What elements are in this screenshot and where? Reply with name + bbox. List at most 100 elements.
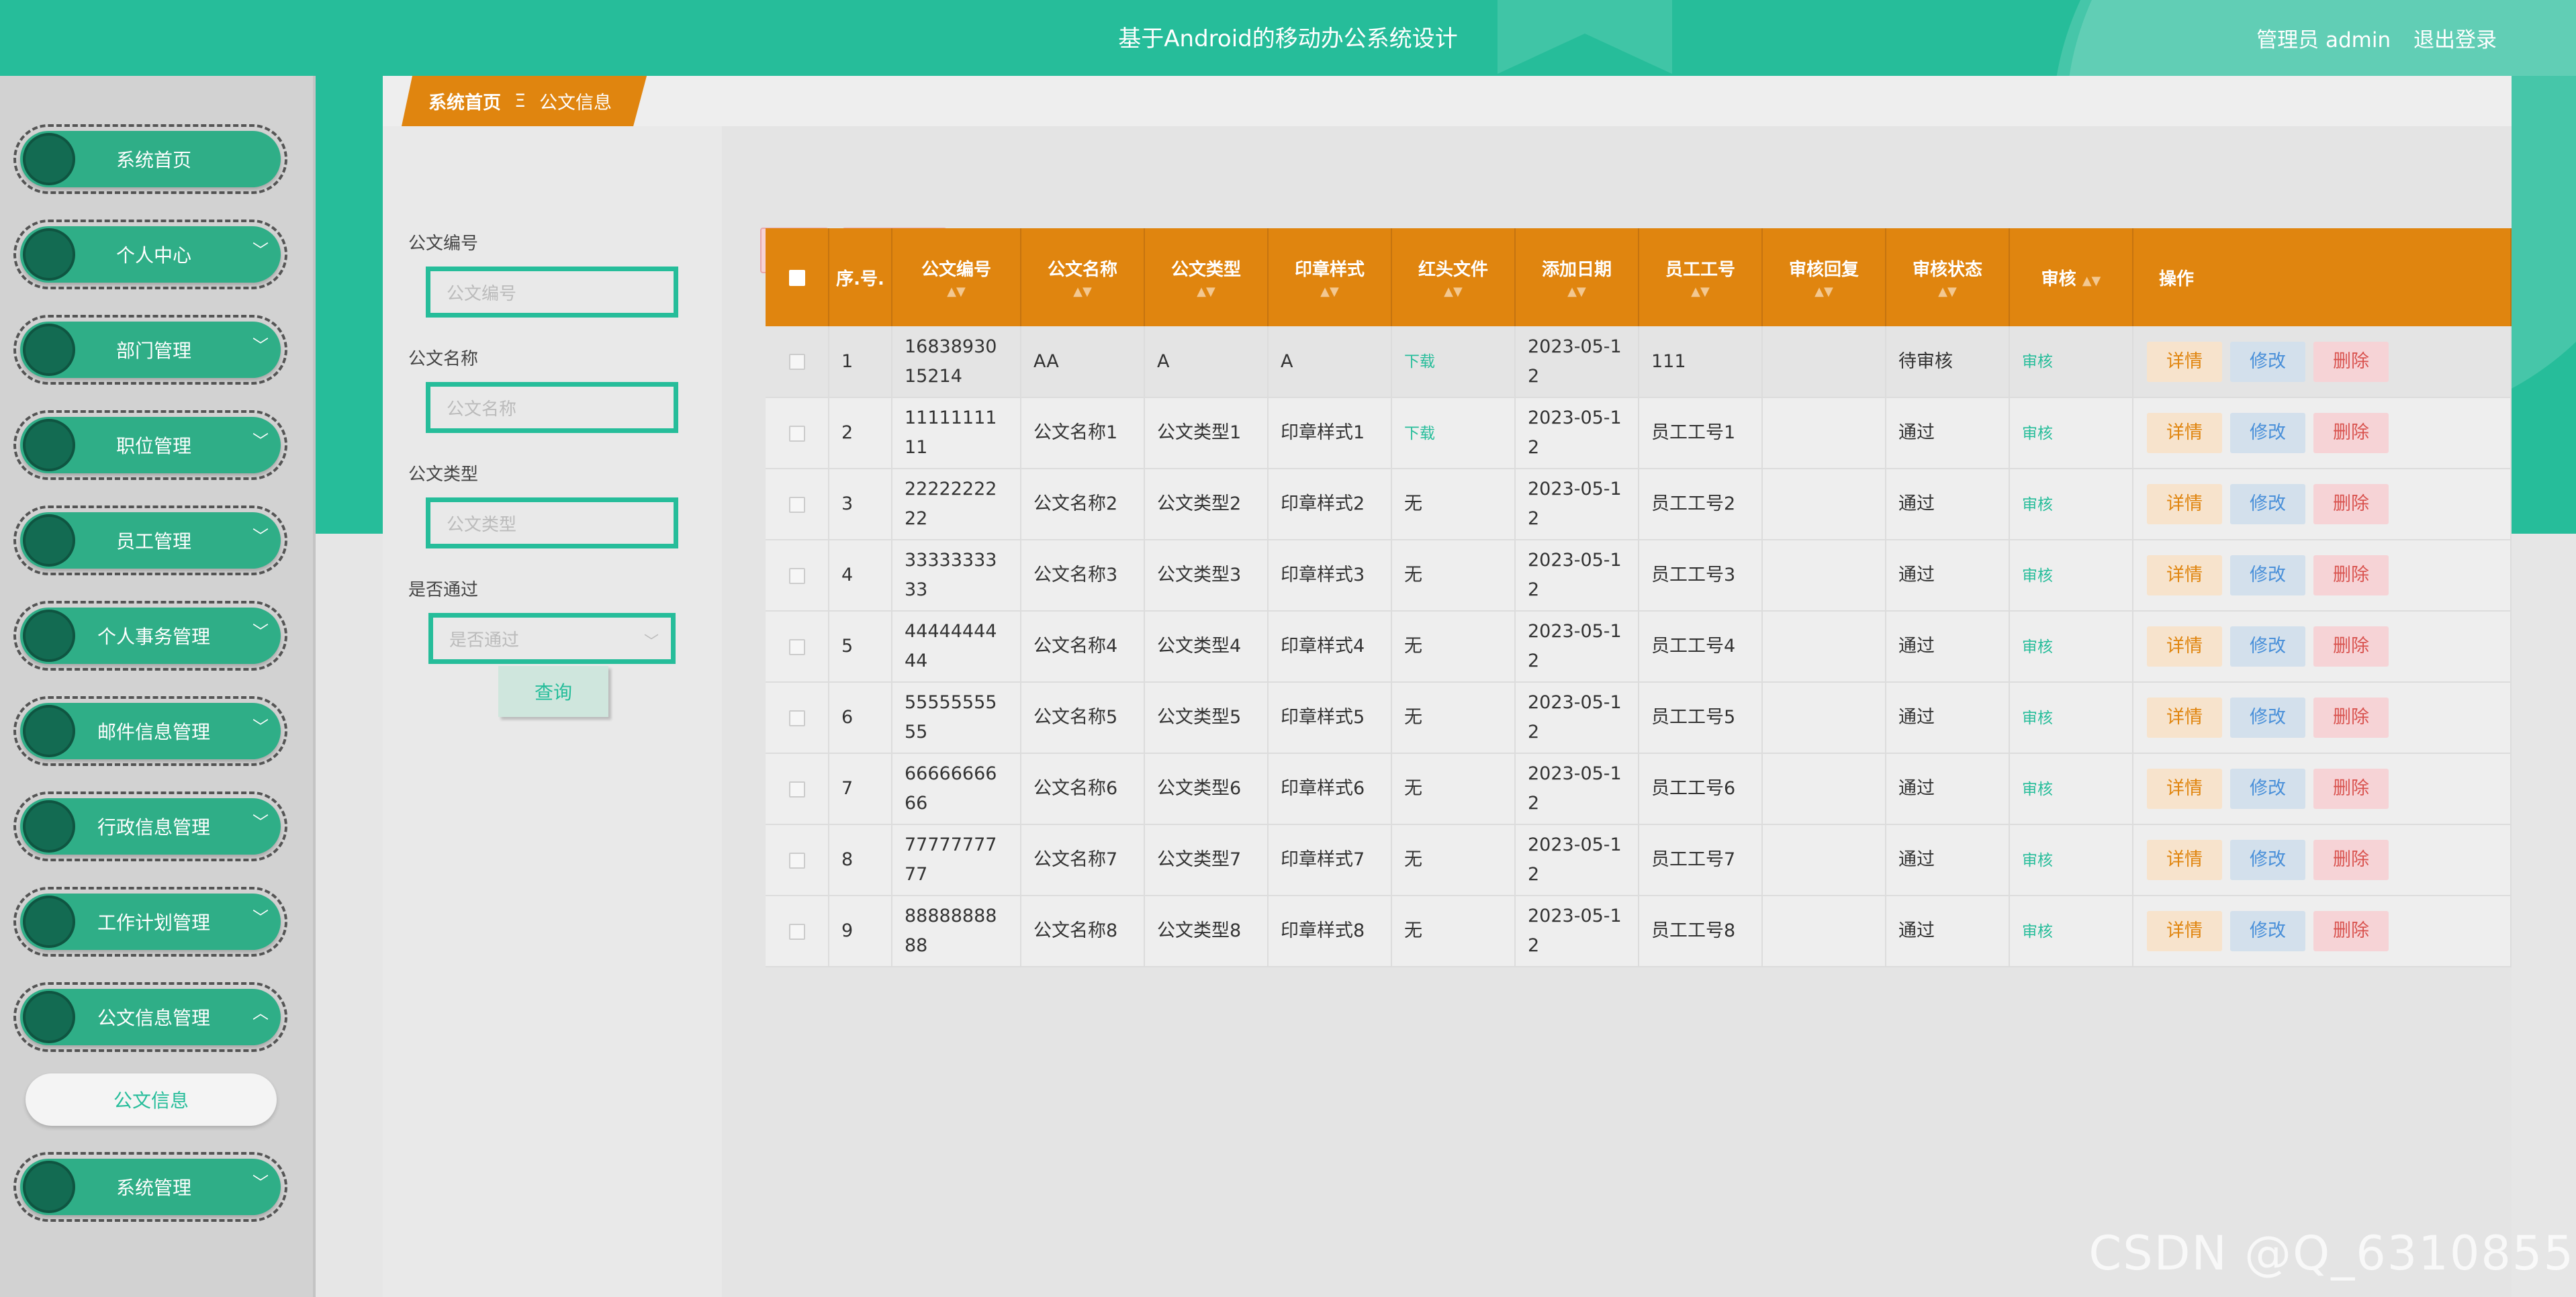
query-button[interactable]: 查询 [498,666,608,717]
download-link[interactable]: 下载 [1404,425,1435,442]
sidebar-item-administration[interactable]: 行政信息管理 ﹀ [13,791,287,861]
type-input[interactable]: 公文类型 [426,497,678,548]
audit-link[interactable]: 审核 [2022,567,2053,585]
col-header-actions: 操作 [2133,228,2512,326]
row-checkbox[interactable] [766,326,829,397]
sidebar-item-department[interactable]: 部门管理 ﹀ [13,315,287,385]
sidebar-item-personal-affairs[interactable]: 个人事务管理 ﹀ [13,601,287,671]
row-checkbox[interactable] [766,469,829,540]
cell-redhead[interactable]: 下载 [1391,326,1516,397]
col-header-name[interactable]: 公文名称 ▲▼ [1021,228,1145,326]
cell-audit[interactable]: 审核 [2009,469,2133,540]
chevron-down-icon: ﹀ [252,718,269,736]
row-checkbox[interactable] [766,753,829,824]
cell-audit[interactable]: 审核 [2009,824,2133,896]
cell-audit[interactable]: 审核 [2009,397,2133,469]
cell-no: 2 [829,397,892,469]
row-checkbox[interactable] [766,682,829,753]
row-delete-button[interactable]: 删除 [2313,911,2389,951]
cell-audit[interactable]: 审核 [2009,326,2133,397]
detail-button[interactable]: 详情 [2147,840,2222,880]
detail-button[interactable]: 详情 [2147,555,2222,595]
cell-redhead: 无 [1391,611,1516,682]
detail-button[interactable]: 详情 [2147,626,2222,667]
main-card: 系统首页 Ξ 公文信息 公文编号 公文编号 公文名称 公文名称 公文类型 公文类… [383,76,2512,1297]
code-input[interactable]: 公文编号 [426,267,678,318]
row-delete-button[interactable]: 删除 [2313,341,2389,382]
cell-audit[interactable]: 审核 [2009,896,2133,967]
pass-select[interactable]: 是否通过 ﹀ [428,613,676,664]
sidebar-item-mail[interactable]: 邮件信息管理 ﹀ [13,696,287,766]
cell-audit[interactable]: 审核 [2009,611,2133,682]
edit-button[interactable]: 修改 [2230,413,2305,453]
col-header-code[interactable]: 公文编号 ▲▼ [892,228,1021,326]
row-delete-button[interactable]: 删除 [2313,484,2389,524]
row-checkbox[interactable] [766,397,829,469]
audit-link[interactable]: 审核 [2022,710,2053,727]
sidebar-item-document[interactable]: 公文信息管理 ︿ [13,982,287,1052]
table-row: 8 7777777777 公文名称7 公文类型7 印章样式7 无 2023-05… [766,824,2512,896]
edit-button[interactable]: 修改 [2230,555,2305,595]
detail-button[interactable]: 详情 [2147,413,2222,453]
row-delete-button[interactable]: 删除 [2313,769,2389,809]
row-checkbox[interactable] [766,540,829,611]
type-label: 公文类型 [408,465,479,485]
cell-audit[interactable]: 审核 [2009,753,2133,824]
audit-link[interactable]: 审核 [2022,353,2053,371]
row-delete-button[interactable]: 删除 [2313,626,2389,667]
sidebar-item-employee[interactable]: 员工管理 ﹀ [13,506,287,575]
row-checkbox[interactable] [766,611,829,682]
audit-link[interactable]: 审核 [2022,638,2053,656]
edit-button[interactable]: 修改 [2230,840,2305,880]
row-checkbox[interactable] [766,824,829,896]
cell-type: 公文类型5 [1144,682,1269,753]
audit-link[interactable]: 审核 [2022,425,2053,442]
chevron-down-icon: ﹀ [252,908,269,927]
cell-actions: 详情 修改 删除 [2133,326,2512,397]
edit-button[interactable]: 修改 [2230,698,2305,738]
sidebar-item-home[interactable]: 系统首页 [13,124,287,194]
edit-button[interactable]: 修改 [2230,626,2305,667]
sidebar-item-work-plan[interactable]: 工作计划管理 ﹀ [13,887,287,957]
row-delete-button[interactable]: 删除 [2313,698,2389,738]
name-input[interactable]: 公文名称 [426,382,678,433]
edit-button[interactable]: 修改 [2230,769,2305,809]
breadcrumb-home[interactable]: 系统首页 [428,88,501,114]
audit-link[interactable]: 审核 [2022,923,2053,941]
detail-button[interactable]: 详情 [2147,341,2222,382]
audit-link[interactable]: 审核 [2022,852,2053,869]
cell-name: 公文名称1 [1021,397,1145,469]
col-header-redhead[interactable]: 红头文件 ▲▼ [1391,228,1516,326]
select-all-checkbox[interactable] [766,228,829,326]
sort-icon: ▲▼ [1320,285,1339,299]
col-header-emp[interactable]: 员工工号 ▲▼ [1639,228,1763,326]
chevron-down-icon: ﹀ [252,813,269,832]
detail-button[interactable]: 详情 [2147,911,2222,951]
edit-button[interactable]: 修改 [2230,911,2305,951]
audit-link[interactable]: 审核 [2022,496,2053,514]
col-header-reply[interactable]: 审核回复 ▲▼ [1762,228,1886,326]
col-header-type[interactable]: 公文类型 ▲▼ [1144,228,1269,326]
sidebar-item-position[interactable]: 职位管理 ﹀ [13,410,287,480]
row-delete-button[interactable]: 删除 [2313,840,2389,880]
col-header-date[interactable]: 添加日期 ▲▼ [1515,228,1639,326]
cell-audit[interactable]: 审核 [2009,540,2133,611]
sidebar-item-system[interactable]: 系统管理 ﹀ [13,1152,287,1222]
edit-button[interactable]: 修改 [2230,484,2305,524]
detail-button[interactable]: 详情 [2147,698,2222,738]
sidebar-item-personal-center[interactable]: 个人中心 ﹀ [13,220,287,289]
edit-button[interactable]: 修改 [2230,341,2305,382]
col-header-audit[interactable]: 审核 ▲▼ [2009,228,2133,326]
download-link[interactable]: 下载 [1404,353,1435,371]
row-delete-button[interactable]: 删除 [2313,555,2389,595]
detail-button[interactable]: 详情 [2147,769,2222,809]
detail-button[interactable]: 详情 [2147,484,2222,524]
sidebar-subitem-document-info[interactable]: 公文信息 [26,1073,277,1126]
col-header-seal[interactable]: 印章样式 ▲▼ [1268,228,1392,326]
row-delete-button[interactable]: 删除 [2313,413,2389,453]
row-checkbox[interactable] [766,896,829,967]
col-header-status[interactable]: 审核状态 ▲▼ [1886,228,2010,326]
cell-redhead[interactable]: 下载 [1391,397,1516,469]
cell-audit[interactable]: 审核 [2009,682,2133,753]
audit-link[interactable]: 审核 [2022,781,2053,798]
